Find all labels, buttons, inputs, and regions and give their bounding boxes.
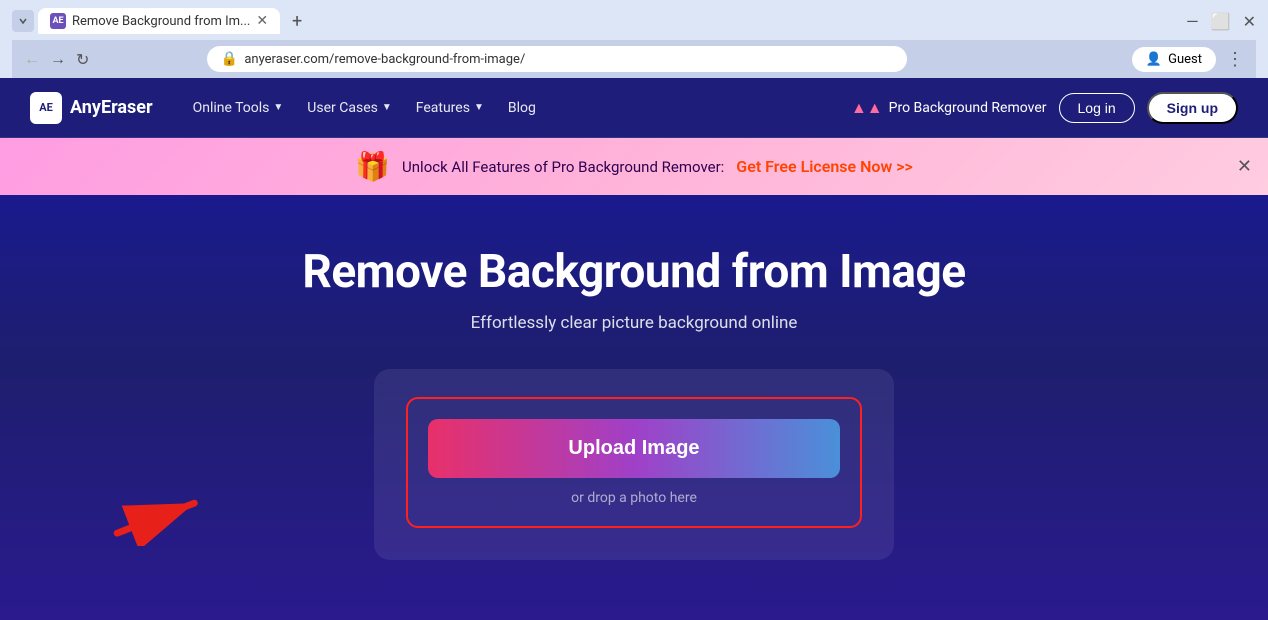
- features-label: Features: [416, 100, 470, 116]
- pro-label: Pro Background Remover: [889, 100, 1047, 116]
- logo[interactable]: AE AnyEraser: [30, 92, 153, 124]
- browser-addressbar: ← → ↻ 🔒 anyeraser.com/remove-background-…: [12, 40, 1256, 78]
- promo-banner: 🎁 Unlock All Features of Pro Background …: [0, 138, 1268, 195]
- forward-button[interactable]: →: [50, 49, 66, 69]
- tab-close-button[interactable]: ✕: [256, 13, 268, 29]
- window-controls: — ⬜ ✕: [1186, 12, 1256, 31]
- online-tools-chevron-icon: ▼: [273, 102, 283, 113]
- features-chevron-icon: ▼: [474, 102, 484, 113]
- guest-label: Guest: [1168, 52, 1202, 67]
- gift-icon: 🎁: [355, 150, 390, 183]
- login-button[interactable]: Log in: [1059, 93, 1135, 123]
- logo-text: AnyEraser: [70, 97, 153, 118]
- red-arrow-icon: [100, 486, 220, 546]
- user-cases-label: User Cases: [307, 100, 378, 116]
- nav-item-user-cases[interactable]: User Cases ▼: [297, 94, 401, 122]
- browser-tabs: AE Remove Background from Im... ✕ +: [12, 8, 310, 34]
- tab-dropdown-button[interactable]: [12, 10, 34, 32]
- refresh-button[interactable]: ↻: [76, 50, 89, 69]
- banner-text: Unlock All Features of Pro Background Re…: [402, 158, 724, 176]
- url-text: anyeraser.com/remove-background-from-ima…: [244, 52, 525, 67]
- new-tab-button[interactable]: +: [284, 8, 310, 34]
- pro-background-remover-button[interactable]: ▲▲ Pro Background Remover: [851, 98, 1047, 118]
- banner-link[interactable]: Get Free License Now >>: [736, 157, 913, 176]
- hero-section: Remove Background from Image Effortlessl…: [0, 195, 1268, 620]
- minimize-button[interactable]: —: [1186, 12, 1199, 31]
- pro-icon: ▲▲: [851, 98, 883, 118]
- browser-titlebar: AE Remove Background from Im... ✕ + — ⬜ …: [12, 8, 1256, 34]
- browser-tab[interactable]: AE Remove Background from Im... ✕: [38, 8, 280, 34]
- nav-right: ▲▲ Pro Background Remover Log in Sign up: [851, 92, 1238, 124]
- address-bar[interactable]: 🔒 anyeraser.com/remove-background-from-i…: [207, 46, 907, 72]
- online-tools-label: Online Tools: [193, 100, 270, 116]
- tab-favicon: AE: [50, 13, 66, 29]
- close-button[interactable]: ✕: [1243, 12, 1256, 31]
- nav-item-blog[interactable]: Blog: [498, 94, 546, 122]
- arrow-indicator: [100, 486, 220, 550]
- website: AE AnyEraser Online Tools ▼ User Cases ▼…: [0, 78, 1268, 620]
- upload-drop-area[interactable]: Upload Image or drop a photo here: [406, 397, 862, 528]
- nav-item-features[interactable]: Features ▼: [406, 94, 494, 122]
- user-cases-chevron-icon: ▼: [382, 102, 392, 113]
- back-button[interactable]: ←: [24, 49, 40, 69]
- signup-button[interactable]: Sign up: [1147, 92, 1238, 124]
- maximize-button[interactable]: ⬜: [1211, 12, 1231, 31]
- logo-icon: AE: [30, 92, 62, 124]
- nav-item-online-tools[interactable]: Online Tools ▼: [183, 94, 294, 122]
- guest-button[interactable]: 👤 Guest: [1132, 47, 1216, 72]
- tab-title: Remove Background from Im...: [72, 14, 250, 29]
- blog-label: Blog: [508, 100, 536, 116]
- banner-close-button[interactable]: ✕: [1237, 156, 1252, 177]
- drop-text: or drop a photo here: [571, 490, 697, 506]
- nav-items: Online Tools ▼ User Cases ▼ Features ▼ B…: [183, 94, 546, 122]
- navbar: AE AnyEraser Online Tools ▼ User Cases ▼…: [0, 78, 1268, 138]
- browser-menu-button[interactable]: ⋮: [1226, 49, 1244, 70]
- hero-subtitle: Effortlessly clear picture background on…: [471, 313, 798, 333]
- page-title: Remove Background from Image: [302, 245, 965, 299]
- guest-avatar-icon: 👤: [1146, 52, 1162, 67]
- lock-icon: 🔒: [221, 51, 238, 67]
- browser-chrome: AE Remove Background from Im... ✕ + — ⬜ …: [0, 0, 1268, 78]
- upload-image-button[interactable]: Upload Image: [428, 419, 840, 478]
- upload-card: Upload Image or drop a photo here: [374, 369, 894, 560]
